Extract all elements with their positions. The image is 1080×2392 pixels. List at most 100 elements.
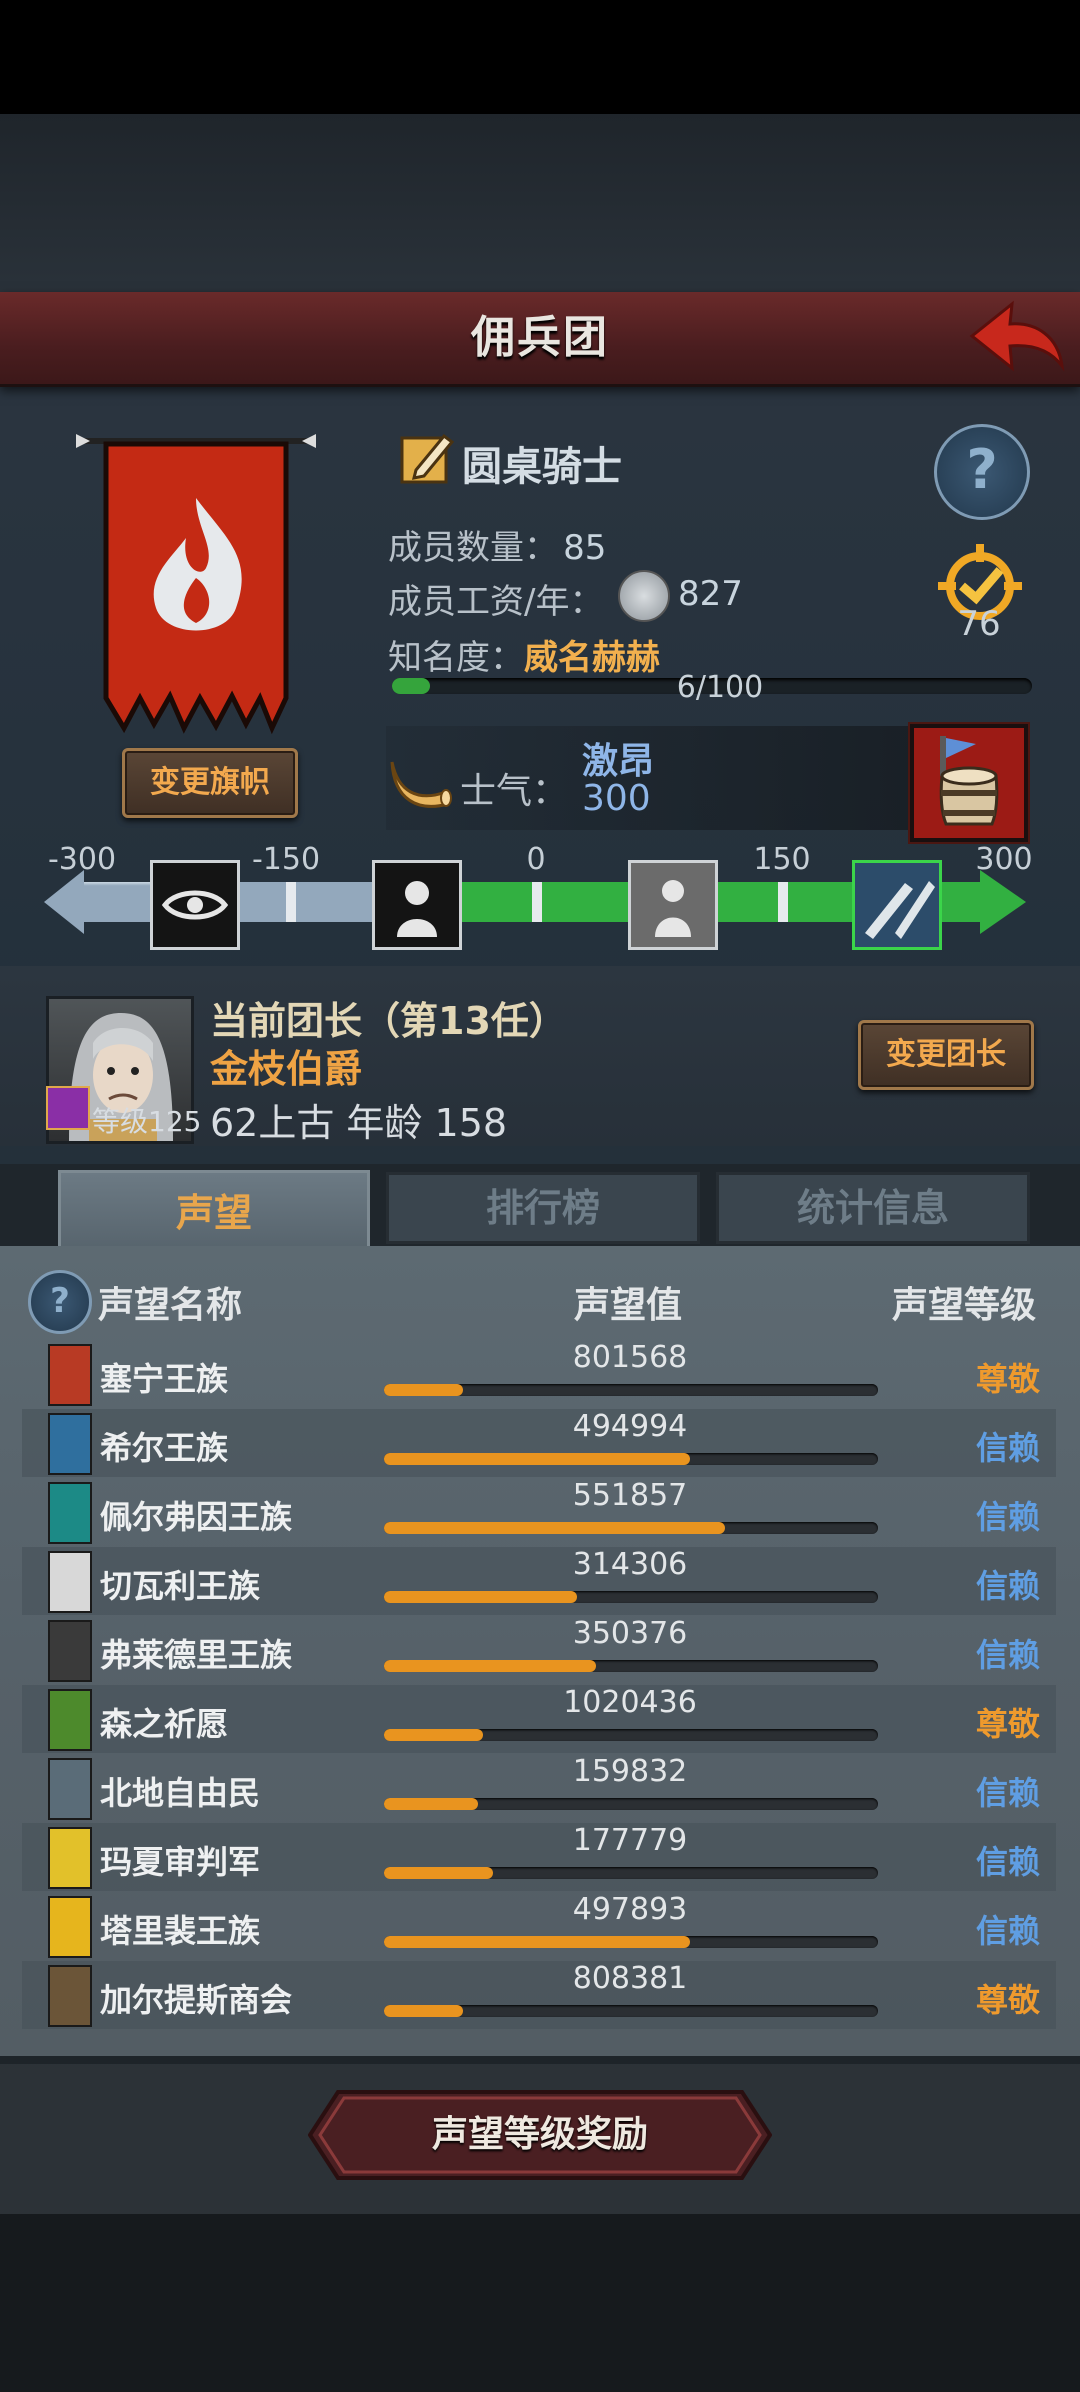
help-icon[interactable]: ? <box>28 1270 92 1334</box>
status-bar <box>0 0 1080 114</box>
reputation-bar-fill <box>384 2005 463 2017</box>
reputation-bar-fill <box>384 1453 690 1465</box>
target-value: 76 <box>957 604 1001 644</box>
salary-label: 成员工资/年： <box>388 582 604 622</box>
morale-label: 士气： <box>460 771 569 812</box>
morale-excited-icon[interactable] <box>852 860 942 950</box>
reputation-bar-fill <box>384 1936 690 1948</box>
reputation-value: 314306 <box>572 1547 688 1582</box>
reputation-value: 177779 <box>572 1823 688 1858</box>
scale-tick-mark <box>286 882 296 922</box>
faction-name: 塞宁王族 <box>100 1360 229 1398</box>
reputation-level: 信赖 <box>975 1843 1040 1881</box>
faction-crest-icon <box>48 1620 92 1682</box>
reputation-bar-fill <box>384 1522 725 1534</box>
leader-title: 当前团长（第13任） <box>210 999 567 1043</box>
morale-despair-icon[interactable] <box>372 860 462 950</box>
reputation-level: 尊敬 <box>975 1981 1040 2019</box>
tab-leaderboard[interactable]: 排行榜 <box>386 1172 700 1244</box>
tab-statistics[interactable]: 统计信息 <box>716 1172 1030 1244</box>
member-count-row: 成员数量： 85 <box>388 520 606 569</box>
page-title: 佣兵团 <box>471 312 609 363</box>
reputation-value: 497893 <box>572 1892 688 1927</box>
faction-name: 希尔王族 <box>100 1429 229 1467</box>
divider <box>0 2056 1080 2064</box>
faction-name: 佩尔弗因王族 <box>100 1498 293 1536</box>
reputation-level: 信赖 <box>975 1774 1040 1812</box>
column-header-level: 声望等级 <box>892 1285 1037 1326</box>
scale-right-arrow-icon <box>980 870 1026 934</box>
reputation-level: 信赖 <box>975 1429 1040 1467</box>
faction-crest-icon <box>48 1413 92 1475</box>
faction-name: 切瓦利王族 <box>100 1567 261 1605</box>
reputation-value: 801568 <box>572 1340 688 1375</box>
faction-name: 弗莱德里王族 <box>100 1636 293 1674</box>
faction-crest-icon <box>48 1896 92 1958</box>
faction-name: 加尔提斯商会 <box>100 1981 293 2019</box>
fame-row: 知名度：威名赫赫 <box>388 630 660 679</box>
reputation-bar-fill <box>384 1729 483 1741</box>
reputation-value: 350376 <box>572 1616 688 1651</box>
reputation-reward-label: 声望等级奖励 <box>431 2114 648 2155</box>
morale-terror-icon[interactable] <box>150 860 240 950</box>
reputation-bar-fill <box>384 1591 577 1603</box>
faction-crest-icon <box>48 1482 92 1544</box>
reputation-value: 159832 <box>572 1754 688 1789</box>
scale-tick-label: 0 <box>526 842 546 877</box>
fame-progress-fill <box>392 678 430 694</box>
reputation-level: 尊敬 <box>975 1705 1040 1743</box>
supply-barrel-button[interactable] <box>910 724 1028 842</box>
reputation-value: 808381 <box>572 1961 688 1996</box>
scale-tick-mark <box>778 882 788 922</box>
scale-tick-label: -300 <box>47 842 117 877</box>
top-backdrop <box>0 114 1080 294</box>
edit-name-icon[interactable] <box>398 428 458 488</box>
morale-state: 激昂 <box>582 741 655 782</box>
reputation-value: 494994 <box>572 1409 688 1444</box>
barrel-icon <box>939 736 999 826</box>
column-header-name: 声望名称 <box>98 1285 243 1326</box>
faction-crest-icon <box>48 1827 92 1889</box>
faction-name: 北地自由民 <box>100 1774 261 1812</box>
change-banner-button[interactable]: 变更旗帜 <box>122 748 298 818</box>
back-button[interactable] <box>966 296 1066 376</box>
silver-coin-icon <box>618 570 670 622</box>
reputation-level: 信赖 <box>975 1498 1040 1536</box>
salary-value: 827 <box>678 574 743 614</box>
reputation-bar-fill <box>384 1867 493 1879</box>
faction-crest-icon <box>48 1965 92 2027</box>
scale-left-arrow-icon <box>44 870 84 934</box>
reputation-bar-fill <box>384 1384 463 1396</box>
reputation-value: 551857 <box>572 1478 688 1513</box>
leader-stats: 62上古 年龄 158 <box>210 1101 508 1145</box>
company-banner[interactable] <box>76 428 316 738</box>
change-leader-button[interactable]: 变更团长 <box>858 1020 1034 1090</box>
morale-calm-icon[interactable] <box>628 860 718 950</box>
member-count-label: 成员数量： <box>388 528 558 568</box>
column-header-value: 声望值 <box>574 1285 683 1326</box>
faction-crest-icon <box>48 1551 92 1613</box>
bottom-backdrop <box>0 2214 1080 2392</box>
faction-crest-icon <box>48 1344 92 1406</box>
morale-value: 300 <box>582 778 651 819</box>
scale-tick-mark <box>532 882 542 922</box>
help-icon[interactable]: ? <box>934 424 1030 520</box>
member-count-value: 85 <box>563 528 607 568</box>
fame-label: 知名度： <box>388 638 524 678</box>
reputation-bar-fill <box>384 1798 478 1810</box>
reputation-level: 信赖 <box>975 1636 1040 1674</box>
class-badge-icon <box>46 1086 90 1130</box>
reputation-level: 信赖 <box>975 1567 1040 1605</box>
scale-tick-label: -150 <box>251 842 321 877</box>
reputation-bar-fill <box>384 1660 596 1672</box>
faction-crest-icon <box>48 1758 92 1820</box>
faction-crest-icon <box>48 1689 92 1751</box>
horn-icon <box>388 752 452 812</box>
tab-reputation[interactable]: 声望 <box>58 1170 370 1253</box>
reputation-level: 信赖 <box>975 1912 1040 1950</box>
reputation-value: 1020436 <box>563 1685 697 1720</box>
company-name: 圆桌骑士 <box>462 444 622 490</box>
scale-tick-label: 150 <box>753 842 811 877</box>
reputation-level: 尊敬 <box>975 1360 1040 1398</box>
back-arrow-icon <box>969 300 1065 372</box>
